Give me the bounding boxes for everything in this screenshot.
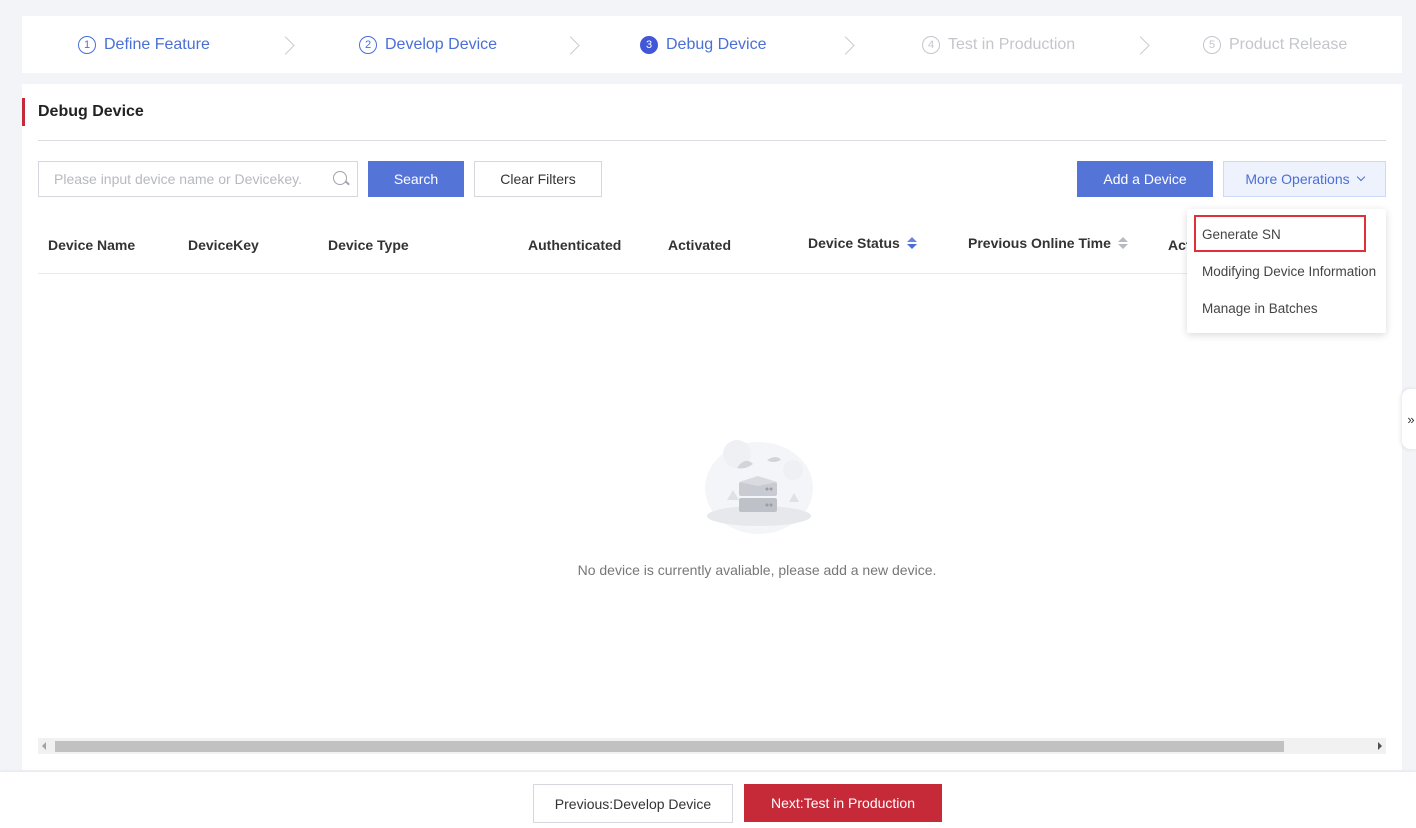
add-device-button[interactable]: Add a Device xyxy=(1077,161,1213,197)
more-operations-label: More Operations xyxy=(1245,171,1350,187)
step-test-in-production[interactable]: 4 Test in Production xyxy=(922,16,1075,73)
search-input[interactable] xyxy=(39,162,319,196)
table-header: Device Name DeviceKey Device Type Authen… xyxy=(38,217,1386,274)
highlight-annotation xyxy=(1194,215,1366,252)
scroll-right-arrow-icon[interactable] xyxy=(1378,742,1382,750)
column-previous-online-time[interactable]: Previous Online Time xyxy=(968,215,1128,271)
next-step-button[interactable]: Next:Test in Production xyxy=(744,784,942,822)
step-product-release[interactable]: 5 Product Release xyxy=(1203,16,1347,73)
clear-filters-button[interactable]: Clear Filters xyxy=(474,161,602,197)
chevron-right-icon xyxy=(837,35,855,55)
step-debug-device[interactable]: 3 Debug Device xyxy=(640,16,767,73)
side-panel-toggle[interactable]: » xyxy=(1402,389,1416,449)
scroll-left-arrow-icon[interactable] xyxy=(42,742,46,750)
sort-icon[interactable] xyxy=(1117,237,1128,249)
step-number: 3 xyxy=(640,35,658,54)
empty-server-illustration xyxy=(705,440,813,534)
step-label: Product Release xyxy=(1229,35,1348,53)
column-authenticated: Authenticated xyxy=(528,237,622,253)
step-number: 2 xyxy=(359,35,377,54)
scrollbar-thumb[interactable] xyxy=(55,741,1284,752)
empty-message: No device is currently avaliable, please… xyxy=(577,562,937,578)
step-label: Test in Production xyxy=(948,35,1076,53)
search-button[interactable]: Search xyxy=(368,161,464,197)
column-activated: Activated xyxy=(668,237,732,253)
step-label: Debug Device xyxy=(666,35,767,53)
column-device-type: Device Type xyxy=(328,237,409,253)
step-number: 5 xyxy=(1203,35,1221,54)
step-number: 4 xyxy=(922,35,940,54)
step-develop-device[interactable]: 2 Develop Device xyxy=(359,16,497,73)
divider xyxy=(38,140,1386,141)
column-label: Device Status xyxy=(808,235,900,251)
chevron-right-icon xyxy=(277,35,295,55)
step-label: Define Feature xyxy=(104,35,210,53)
search-icon[interactable] xyxy=(333,171,349,187)
previous-step-button[interactable]: Previous:Develop Device xyxy=(533,784,733,823)
column-label: Previous Online Time xyxy=(968,235,1111,251)
step-number: 1 xyxy=(78,35,96,54)
column-device-status[interactable]: Device Status xyxy=(808,215,917,271)
column-devicekey: DeviceKey xyxy=(188,237,259,253)
chevron-right-icon xyxy=(562,35,580,55)
horizontal-scrollbar[interactable] xyxy=(38,738,1386,754)
footer-bar: Previous:Develop Device Next:Test in Pro… xyxy=(0,772,1416,828)
step-define-feature[interactable]: 1 Define Feature xyxy=(78,16,210,73)
page-title: Debug Device xyxy=(22,98,144,126)
chevron-right-icon xyxy=(1132,35,1150,55)
search-box xyxy=(38,161,358,197)
sort-icon[interactable] xyxy=(906,237,917,249)
step-label: Develop Device xyxy=(385,35,498,53)
menu-item-modify-device-info[interactable]: Modifying Device Information xyxy=(1202,264,1376,279)
main-panel: Debug Device Search Clear Filters Add a … xyxy=(22,84,1402,770)
menu-item-manage-in-batches[interactable]: Manage in Batches xyxy=(1202,301,1318,316)
steps-bar: 1 Define Feature 2 Develop Device 3 Debu… xyxy=(22,16,1402,73)
chevron-down-icon xyxy=(1356,172,1365,182)
more-operations-button[interactable]: More Operations xyxy=(1223,161,1386,197)
column-device-name: Device Name xyxy=(48,237,136,253)
